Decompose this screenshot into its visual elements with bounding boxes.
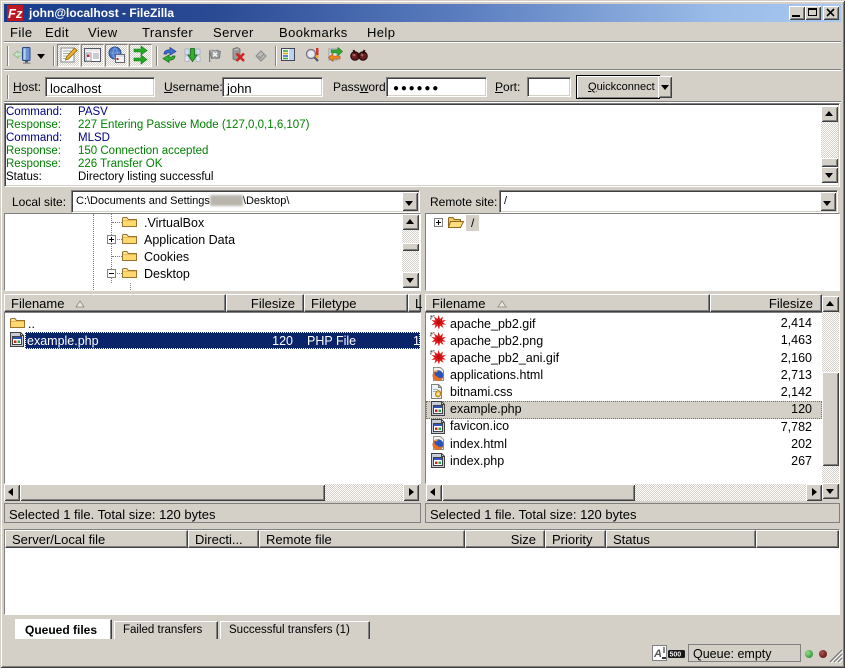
svg-text:500: 500 — [670, 652, 682, 659]
svg-text:Fz: Fz — [8, 6, 23, 21]
svg-text:A: A — [653, 648, 662, 660]
